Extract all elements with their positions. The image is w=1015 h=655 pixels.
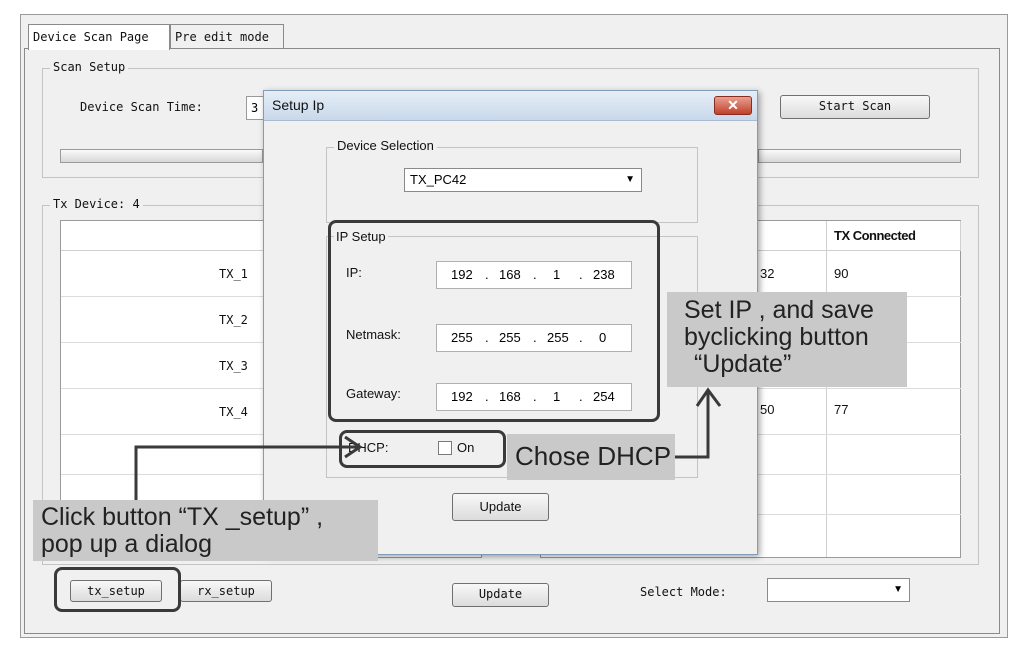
tab-device-scan-page[interactable]: Device Scan Page [28,24,170,50]
arrow-to-dhcp [134,445,360,500]
set-ip-callout: Set IP , and save byclicking button “Upd… [667,292,907,387]
click-button-line-1: Click button “TX _setup” , [41,503,324,531]
set-ip-callout-line-2: byclicking button [684,323,869,351]
set-ip-callout-line-1: Set IP , and save [684,296,874,324]
chose-dhcp-text: Chose DHCP [515,441,672,471]
set-ip-callout-line-3: “Update” [694,350,792,378]
click-button-line-2: pop up a dialog [41,530,212,558]
click-button-callout: Click button “TX _setup” , pop up a dial… [33,500,378,561]
chose-dhcp-callout: Chose DHCP [507,434,675,480]
